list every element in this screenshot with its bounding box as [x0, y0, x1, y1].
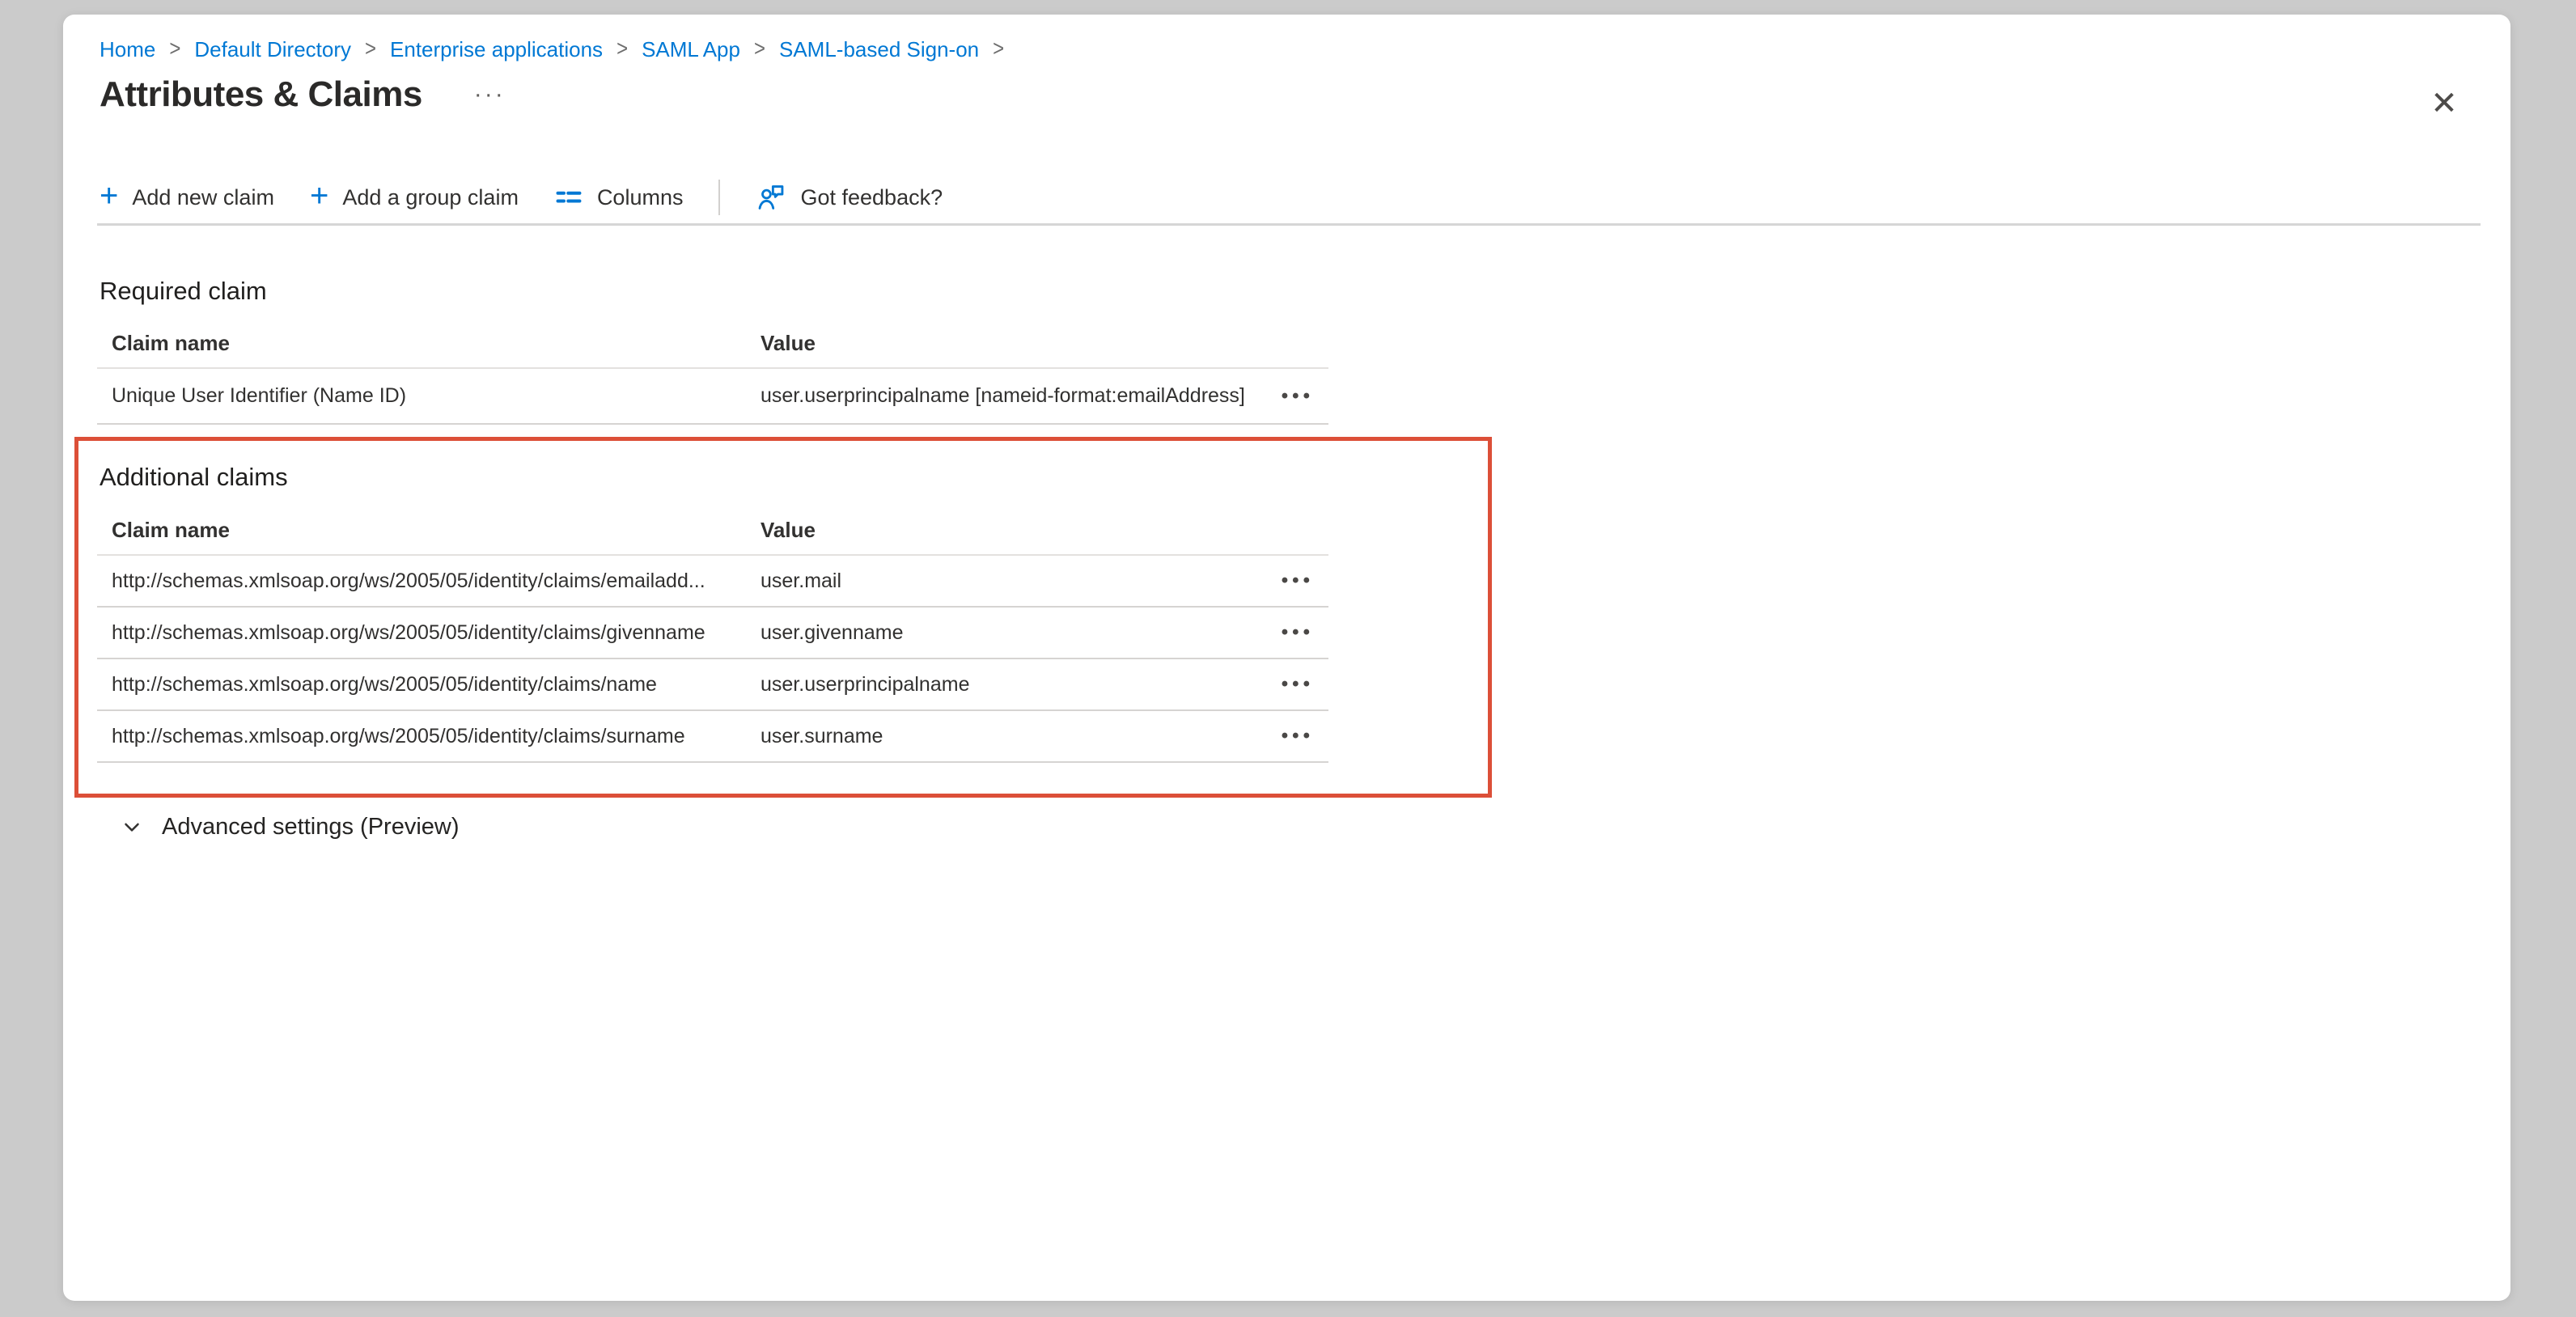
columns-icon — [554, 183, 583, 212]
chevron-right-icon: > — [169, 36, 180, 62]
required-claim-heading: Required claim — [100, 277, 267, 306]
column-header-value: Value — [761, 518, 1248, 543]
column-header-claim-name: Claim name — [97, 518, 761, 543]
advanced-settings-label: Advanced settings (Preview) — [162, 814, 460, 841]
additional-claims-heading: Additional claims — [100, 463, 288, 492]
claim-value-cell: user.surname — [761, 725, 1248, 748]
title-row: Attributes & Claims ··· — [100, 74, 511, 115]
claim-name-cell: Unique User Identifier (Name ID) — [97, 384, 761, 408]
table-row[interactable]: http://schemas.xmlsoap.org/ws/2005/05/id… — [97, 556, 1328, 608]
toolbar-divider — [718, 180, 720, 215]
claim-name-cell: http://schemas.xmlsoap.org/ws/2005/05/id… — [97, 570, 761, 593]
chevron-right-icon: > — [754, 36, 765, 62]
claim-value-cell: user.userprincipalname — [761, 673, 1248, 697]
table-row[interactable]: http://schemas.xmlsoap.org/ws/2005/05/id… — [97, 608, 1328, 659]
toolbar: + Add new claim + Add a group claim Colu… — [100, 173, 943, 222]
plus-icon: + — [310, 183, 328, 209]
title-more-button[interactable]: ··· — [469, 83, 511, 107]
attributes-claims-panel: Home > Default Directory > Enterprise ap… — [63, 15, 2510, 1301]
row-more-button[interactable]: ••• — [1248, 675, 1328, 694]
add-new-claim-label: Add new claim — [132, 185, 274, 210]
additional-claims-table: Claim name Value http://schemas.xmlsoap.… — [97, 506, 1328, 763]
claim-name-cell: http://schemas.xmlsoap.org/ws/2005/05/id… — [97, 725, 761, 748]
claim-name-cell: http://schemas.xmlsoap.org/ws/2005/05/id… — [97, 673, 761, 697]
columns-label: Columns — [597, 185, 684, 210]
row-more-button[interactable]: ••• — [1248, 387, 1328, 406]
column-header-claim-name: Claim name — [97, 331, 761, 356]
chevron-right-icon: > — [993, 36, 1004, 62]
breadcrumb-default-directory[interactable]: Default Directory — [194, 37, 351, 62]
feedback-icon — [756, 182, 786, 213]
table-row[interactable]: http://schemas.xmlsoap.org/ws/2005/05/id… — [97, 711, 1328, 763]
advanced-settings-toggle[interactable]: Advanced settings (Preview) — [120, 809, 460, 845]
breadcrumb-saml-app[interactable]: SAML App — [642, 37, 740, 62]
table-header-row: Claim name Value — [97, 506, 1328, 556]
got-feedback-label: Got feedback? — [800, 185, 943, 210]
chevron-right-icon: > — [365, 36, 376, 62]
row-more-button[interactable]: ••• — [1248, 623, 1328, 642]
breadcrumb-enterprise-applications[interactable]: Enterprise applications — [390, 37, 603, 62]
breadcrumb-home[interactable]: Home — [100, 37, 155, 62]
row-more-button[interactable]: ••• — [1248, 571, 1328, 591]
toolbar-divider-line — [97, 223, 2481, 226]
breadcrumb-saml-based-sign-on[interactable]: SAML-based Sign-on — [779, 37, 979, 62]
chevron-right-icon: > — [616, 36, 628, 62]
table-header-row: Claim name Value — [97, 320, 1328, 369]
add-new-claim-button[interactable]: + Add new claim — [100, 185, 274, 210]
plus-icon: + — [100, 183, 118, 209]
required-claim-table: Claim name Value Unique User Identifier … — [97, 320, 1328, 425]
got-feedback-button[interactable]: Got feedback? — [756, 182, 943, 213]
columns-button[interactable]: Columns — [554, 183, 684, 212]
row-more-button[interactable]: ••• — [1248, 726, 1328, 746]
chevron-down-icon — [120, 815, 144, 839]
claim-value-cell: user.mail — [761, 570, 1248, 593]
close-icon[interactable]: ✕ — [2420, 84, 2468, 123]
breadcrumb: Home > Default Directory > Enterprise ap… — [100, 36, 1004, 63]
claim-value-cell: user.userprincipalname [nameid-format:em… — [761, 384, 1248, 408]
claim-value-cell: user.givenname — [761, 621, 1248, 645]
add-group-claim-button[interactable]: + Add a group claim — [310, 185, 519, 210]
table-row[interactable]: Unique User Identifier (Name ID) user.us… — [97, 369, 1328, 425]
column-header-value: Value — [761, 331, 1248, 356]
table-row[interactable]: http://schemas.xmlsoap.org/ws/2005/05/id… — [97, 659, 1328, 711]
claim-name-cell: http://schemas.xmlsoap.org/ws/2005/05/id… — [97, 621, 761, 645]
page-title: Attributes & Claims — [100, 74, 422, 115]
add-group-claim-label: Add a group claim — [342, 185, 519, 210]
